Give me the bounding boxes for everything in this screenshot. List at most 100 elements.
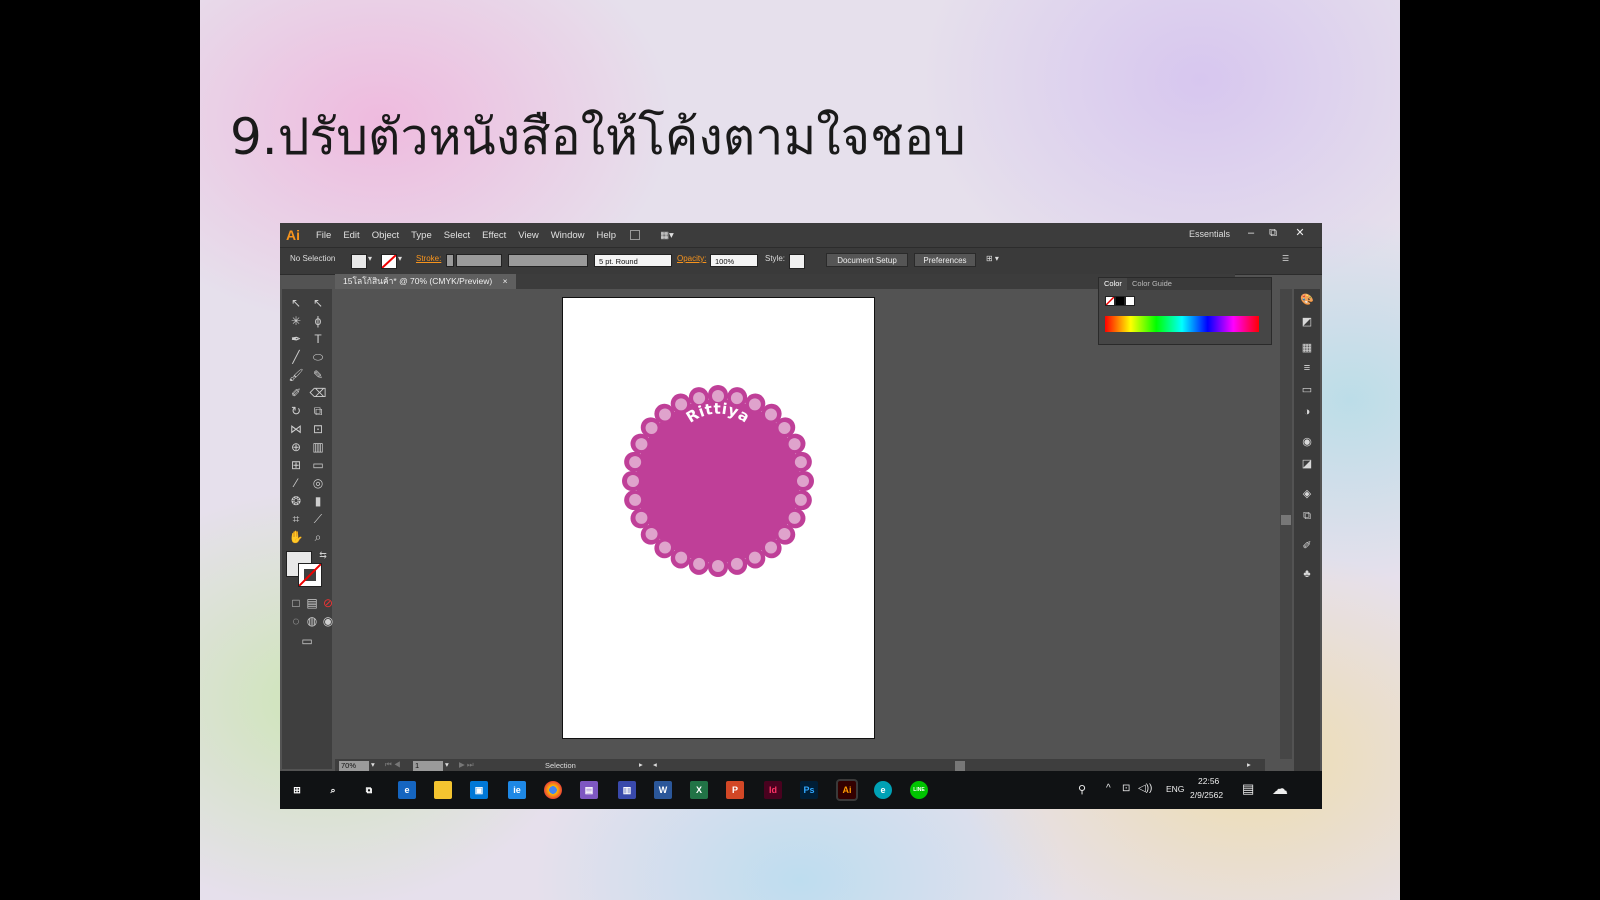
rotate-tool-icon[interactable]: ↻ (287, 403, 305, 419)
volume-icon[interactable]: ◁)) (1138, 783, 1152, 794)
menu-object[interactable]: Object (366, 230, 405, 241)
brushes-panel-icon[interactable]: ✐ (1299, 539, 1315, 553)
graph-tool-icon[interactable]: ▮ (309, 493, 327, 509)
ellipse-tool-icon[interactable]: ⬭ (309, 349, 327, 365)
clock-date[interactable]: 2/9/2562 (1190, 790, 1223, 800)
selection-tool-icon[interactable]: ↖ (287, 295, 305, 311)
eyedropper-tool-icon[interactable]: ⁄ (287, 475, 305, 491)
transparency-panel-icon[interactable]: ◑ (1299, 405, 1315, 419)
paintbrush-tool-icon[interactable]: 🖌 (287, 367, 305, 383)
menu-view[interactable]: View (512, 230, 544, 241)
illustrator-taskbar-icon[interactable]: Ai (836, 779, 858, 801)
bridge-icon[interactable] (630, 230, 641, 240)
page-field[interactable]: 1 (413, 761, 443, 771)
internet-explorer-icon[interactable]: ie (508, 781, 526, 799)
action-center-icon[interactable]: ▤ (1242, 781, 1254, 797)
people-icon[interactable]: ⚲ (1078, 783, 1086, 796)
menu-file[interactable]: File (310, 230, 337, 241)
powerpoint-icon[interactable]: P (726, 781, 744, 799)
close-button[interactable]: ✕ (1284, 225, 1316, 241)
perspective-grid-tool-icon[interactable]: ▥ (309, 439, 327, 455)
search-icon[interactable]: ⌕ (324, 781, 342, 799)
slice-tool-icon[interactable]: ⟋ (309, 511, 327, 527)
white-swatch[interactable] (1125, 296, 1135, 306)
onedrive-cloud-icon[interactable]: ☁ (1272, 779, 1288, 799)
artboard[interactable]: Rittiya (562, 297, 875, 739)
type-tool-icon[interactable]: T (309, 331, 327, 347)
indesign-icon[interactable]: Id (764, 781, 782, 799)
symbols-panel-icon[interactable]: ♣ (1299, 567, 1315, 581)
zoom-dropdown-icon[interactable]: ▾ (371, 760, 375, 769)
badge-artwork[interactable]: Rittiya (563, 298, 874, 738)
next-page-icon[interactable]: ▶ ⏭ (459, 760, 474, 770)
style-swatch[interactable] (789, 254, 805, 269)
document-tab[interactable]: 15โลโก้สินค้า* @ 70% (CMYK/Preview) × (335, 274, 516, 289)
mesh-tool-icon[interactable]: ⊞ (287, 457, 305, 473)
artboard-tool-icon[interactable]: ⌗ (287, 511, 305, 527)
zoom-field[interactable]: 70% (339, 761, 369, 771)
menu-help[interactable]: Help (591, 230, 623, 241)
gradient-panel-icon[interactable]: ▭ (1299, 383, 1315, 397)
layers-panel-icon[interactable]: ◈ (1299, 487, 1315, 501)
lasso-tool-icon[interactable]: ϕ (309, 313, 327, 329)
first-page-icon[interactable]: ⏮ ◀ (385, 760, 401, 770)
windows-start-icon[interactable]: ⊞ (288, 781, 306, 799)
menu-window[interactable]: Window (545, 230, 591, 241)
panel-menu-icon[interactable]: ☰ (1282, 254, 1289, 263)
photo-app-icon[interactable]: ▤ (580, 781, 598, 799)
blob-brush-tool-icon[interactable]: ✐ (287, 385, 305, 401)
none-swatch[interactable] (1105, 296, 1115, 306)
stroke-dropdown-icon[interactable]: ▾ (398, 254, 402, 263)
canvas[interactable]: Rittiya (336, 289, 1266, 759)
tab-color-guide[interactable]: Color Guide (1127, 278, 1177, 290)
free-transform-tool-icon[interactable]: ⊡ (309, 421, 327, 437)
edge-browser-icon[interactable]: e (398, 781, 416, 799)
close-tab-icon[interactable]: × (503, 276, 508, 286)
shape-builder-tool-icon[interactable]: ⊕ (287, 439, 305, 455)
menu-select[interactable]: Select (438, 230, 476, 241)
fill-swatch[interactable] (351, 254, 367, 269)
photoshop-icon[interactable]: Ps (800, 781, 818, 799)
arrange-icon[interactable]: ⊞ ▾ (986, 254, 999, 263)
store-icon[interactable]: ▣ (470, 781, 488, 799)
horizontal-scroll-thumb[interactable] (955, 761, 965, 771)
file-explorer-icon[interactable] (434, 781, 452, 799)
artboards-panel-icon[interactable]: ⧉ (1299, 509, 1315, 523)
vertical-scrollbar[interactable] (1280, 289, 1292, 759)
status-menu-icon[interactable]: ▸ (639, 760, 643, 769)
hand-tool-icon[interactable]: ✋ (287, 529, 305, 545)
opacity-field[interactable]: 100% (710, 254, 758, 267)
task-view-icon[interactable]: ⧉ (360, 781, 378, 799)
scroll-right-icon[interactable]: ▸ (1247, 760, 1251, 769)
stroke-swatch[interactable] (381, 254, 397, 269)
swatches-panel-icon[interactable]: ▦ (1299, 341, 1315, 355)
scale-tool-icon[interactable]: ⧉ (309, 403, 327, 419)
zoom-tool-icon[interactable]: ⌕ (309, 529, 327, 545)
swap-colors-icon[interactable]: ⇆ (314, 547, 332, 563)
pencil-tool-icon[interactable]: ✎ (309, 367, 327, 383)
width-tool-icon[interactable]: ⋈ (287, 421, 305, 437)
vertical-scroll-thumb[interactable] (1281, 515, 1291, 525)
restore-button[interactable]: ⧉ (1262, 225, 1284, 241)
e-app-icon[interactable]: e (874, 781, 892, 799)
tab-color[interactable]: Color (1099, 278, 1127, 290)
word-icon[interactable]: W (654, 781, 672, 799)
color-guide-panel-icon[interactable]: ◩ (1299, 315, 1315, 329)
spell-app-icon[interactable]: ▥ (618, 781, 636, 799)
stroke-stepper[interactable] (446, 254, 454, 267)
chrome-icon[interactable]: chrome (544, 781, 562, 799)
tray-expand-icon[interactable]: ^ (1106, 783, 1111, 794)
line-tool-icon[interactable]: ╱ (287, 349, 305, 365)
symbol-sprayer-tool-icon[interactable]: ❂ (287, 493, 305, 509)
graphic-styles-panel-icon[interactable]: ◪ (1299, 457, 1315, 471)
appearance-panel-icon[interactable]: ◉ (1299, 435, 1315, 449)
color-panel-icon[interactable]: 🎨 (1299, 293, 1315, 307)
excel-icon[interactable]: X (690, 781, 708, 799)
stroke-panel-icon[interactable]: ≡ (1299, 361, 1315, 375)
brush-field[interactable]: 5 pt. Round (594, 254, 672, 267)
fill-dropdown-icon[interactable]: ▾ (368, 254, 372, 263)
arrange-documents-icon[interactable]: ▦▾ (654, 230, 680, 241)
blend-tool-icon[interactable]: ◎ (309, 475, 327, 491)
variable-width-field[interactable] (508, 254, 588, 267)
stroke-label[interactable]: Stroke: (416, 254, 441, 263)
